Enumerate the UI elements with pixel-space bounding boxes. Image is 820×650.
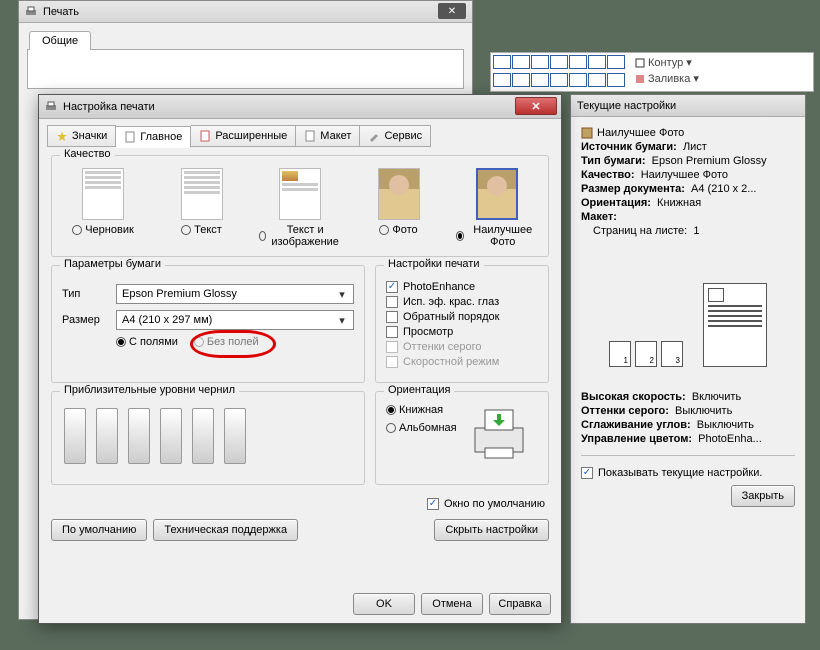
- ink-cartridge: [96, 408, 118, 464]
- page-mini: [609, 341, 631, 367]
- star-icon: [56, 130, 68, 142]
- tab-main[interactable]: Главное: [116, 126, 191, 148]
- paper-legend: Параметры бумаги: [60, 258, 165, 270]
- shape-gallery[interactable]: [493, 55, 625, 89]
- page-icon: [124, 131, 136, 143]
- ink-cartridge: [224, 408, 246, 464]
- page-icon: [199, 130, 211, 142]
- btn-hide-settings[interactable]: Скрыть настройки: [434, 519, 549, 541]
- ink-cartridge: [64, 408, 86, 464]
- chk-show-current[interactable]: Показывать текущие настройки.: [581, 467, 795, 479]
- print-close[interactable]: ✕: [438, 3, 466, 19]
- btn-support[interactable]: Техническая поддержка: [153, 519, 298, 541]
- fill-button[interactable]: Заливка▾: [631, 71, 703, 86]
- tab-general[interactable]: Общие: [29, 31, 91, 50]
- chk-photoenhance[interactable]: PhotoEnhance: [386, 281, 538, 293]
- fill-label: Заливка: [648, 73, 690, 85]
- paper-size-label: Размер: [62, 314, 108, 326]
- printer-illustration: [467, 404, 531, 460]
- ink-group: Приблизительные уровни чернил: [51, 391, 365, 485]
- radio-landscape[interactable]: Альбомная: [386, 422, 457, 434]
- radio-borderless[interactable]: Без полей: [194, 336, 259, 348]
- chk-redeye[interactable]: Исп. эф. крас. глаз: [386, 296, 538, 308]
- current-settings-panel: Текущие настройки Наилучшее Фото Источни…: [570, 94, 806, 624]
- tab-layout[interactable]: Макет: [296, 125, 360, 147]
- chevron-down-icon: ▾: [334, 314, 350, 327]
- orientation-legend: Ориентация: [384, 384, 454, 396]
- chk-default-window[interactable]: Окно по умолчанию: [427, 498, 545, 510]
- ink-cartridge: [128, 408, 150, 464]
- quality-draft[interactable]: Черновик: [62, 168, 144, 248]
- tab-advanced[interactable]: Расширенные: [191, 125, 296, 147]
- print-settings-group: Настройки печати PhotoEnhance Исп. эф. к…: [375, 265, 549, 383]
- orientation-group: Ориентация Книжная Альбомная: [375, 391, 549, 485]
- chk-preview[interactable]: Просмотр: [386, 326, 538, 338]
- page-preview: [703, 283, 767, 367]
- print-settings-legend: Настройки печати: [384, 258, 484, 270]
- side-titlebar: Текущие настройки: [571, 95, 805, 117]
- dialog-titlebar: Настройка печати ✕: [39, 95, 561, 119]
- chk-grayscale: Оттенки серого: [386, 341, 538, 353]
- btn-side-close[interactable]: Закрыть: [731, 485, 795, 507]
- layout-preview: [581, 257, 795, 367]
- print-titlebar: Печать ✕: [19, 1, 472, 23]
- btn-help[interactable]: Справка: [489, 593, 551, 615]
- page-mini: [635, 341, 657, 367]
- paper-type-label: Тип: [62, 288, 108, 300]
- tab-icons[interactable]: Значки: [47, 125, 116, 147]
- quality-textimage[interactable]: Текст и изображение: [259, 168, 341, 248]
- tab-service[interactable]: Сервис: [360, 125, 431, 147]
- chk-reverse[interactable]: Обратный порядок: [386, 311, 538, 323]
- outline-button[interactable]: Контур▾: [631, 55, 703, 70]
- ink-cartridge: [192, 408, 214, 464]
- paper-size-select[interactable]: A4 (210 x 297 мм)▾: [116, 310, 354, 330]
- wrench-icon: [368, 130, 380, 142]
- print-setup-dialog: Настройка печати ✕ Значки Главное Расшир…: [38, 94, 562, 624]
- layout-icon: [304, 130, 316, 142]
- ink-cartridge: [160, 408, 182, 464]
- dialog-title: Настройка печати: [63, 101, 155, 113]
- paper-group: Параметры бумаги Тип Epson Premium Gloss…: [51, 265, 365, 383]
- side-preset: Наилучшее Фото: [597, 127, 684, 139]
- outline-label: Контур: [648, 57, 683, 69]
- quality-group: Качество Черновик Текст Текст и изображе…: [51, 155, 549, 257]
- dialog-close[interactable]: ✕: [515, 97, 557, 115]
- quality-photo[interactable]: Фото: [358, 168, 440, 248]
- print-title: Печать: [43, 6, 79, 18]
- radio-with-margins[interactable]: С полями: [116, 336, 178, 348]
- printer-icon: [45, 101, 57, 113]
- quality-best[interactable]: Наилучшее Фото: [456, 168, 538, 248]
- photo-icon: [581, 127, 593, 139]
- btn-cancel[interactable]: Отмена: [421, 593, 483, 615]
- quality-text[interactable]: Текст: [161, 168, 243, 248]
- printer-icon: [25, 6, 37, 18]
- ribbon-shapes: Контур▾ Заливка▾: [490, 52, 814, 92]
- quality-legend: Качество: [60, 148, 115, 160]
- radio-portrait[interactable]: Книжная: [386, 404, 457, 416]
- page-mini: [661, 341, 683, 367]
- btn-defaults[interactable]: По умолчанию: [51, 519, 147, 541]
- dialog-tabs: Значки Главное Расширенные Макет Сервис: [39, 119, 561, 147]
- chevron-down-icon: ▾: [334, 288, 350, 301]
- paper-type-select[interactable]: Epson Premium Glossy▾: [116, 284, 354, 304]
- btn-ok[interactable]: OK: [353, 593, 415, 615]
- chk-speed: Скоростной режим: [386, 356, 538, 368]
- ink-legend: Приблизительные уровни чернил: [60, 384, 239, 396]
